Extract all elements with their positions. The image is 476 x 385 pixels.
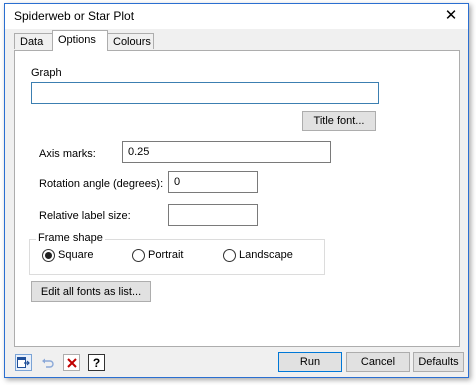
window-title: Spiderweb or Star Plot [14,9,135,23]
run-button[interactable]: Run [278,352,342,372]
tab-colours[interactable]: Colours [107,33,154,49]
close-icon[interactable]: ✕ [440,6,462,26]
tab-data[interactable]: Data [14,33,53,49]
red-x-icon [66,357,77,368]
undo-icon[interactable] [39,354,56,371]
window-arrow-icon [17,357,30,368]
title-font-button[interactable]: Title font... [302,111,376,131]
cancel-button[interactable]: Cancel [346,352,410,372]
axis-marks-input[interactable] [122,141,331,163]
dialog-window: Spiderweb or Star Plot ✕ Data Options Co… [4,3,469,378]
undo-arrow-icon [42,358,54,368]
title-bar: Spiderweb or Star Plot ✕ [5,4,468,29]
frame-shape-label: Frame shape [36,232,105,244]
radio-square-label: Square [58,249,94,261]
rotation-angle-input[interactable] [168,171,258,193]
radio-selected-icon [42,249,55,262]
defaults-button[interactable]: Defaults [413,352,464,372]
radio-landscape-label: Landscape [239,249,293,261]
frame-shape-group: Frame shape Square Portrait Landscape [29,232,325,275]
radio-unselected-icon [223,249,236,262]
relative-label-size-input[interactable] [168,204,258,226]
relative-label-size-label: Relative label size: [39,210,131,222]
radio-unselected-icon [132,249,145,262]
help-icon[interactable]: ? [88,354,105,371]
graph-title-input[interactable] [31,82,379,104]
edit-all-fonts-button[interactable]: Edit all fonts as list... [31,281,151,302]
clear-icon[interactable] [63,354,80,371]
rotation-angle-label: Rotation angle (degrees): [39,178,164,190]
graph-label: Graph [31,67,62,79]
axis-marks-label: Axis marks: [39,148,96,160]
copy-to-input-icon[interactable] [15,354,32,371]
tab-options[interactable]: Options [52,30,108,51]
radio-portrait-label: Portrait [148,249,184,261]
options-panel: Graph Title font... Axis marks: Rotation… [14,50,460,347]
